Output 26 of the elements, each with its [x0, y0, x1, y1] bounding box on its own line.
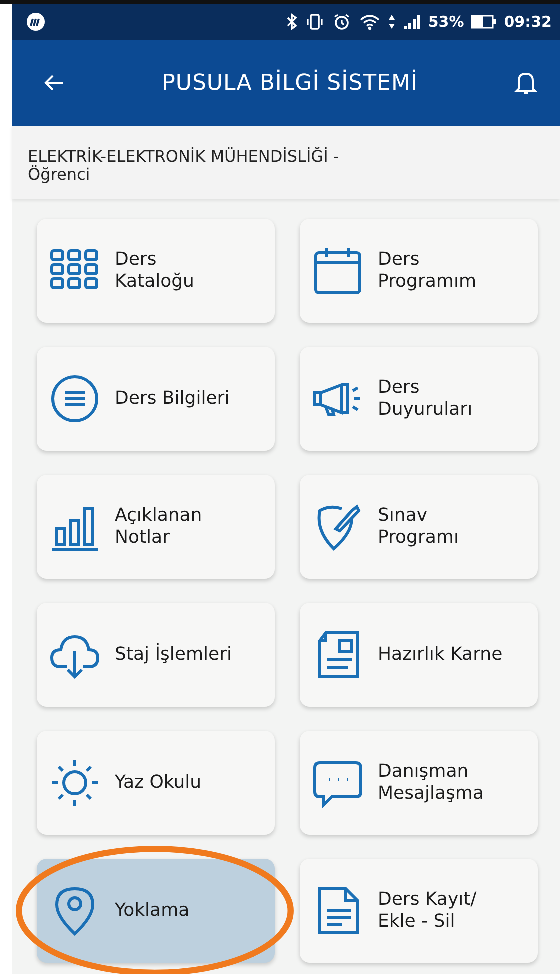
- menu-tile[interactable]: Danışman Mesajlaşma: [300, 730, 538, 835]
- menu-tile[interactable]: Ders Bilgileri: [37, 346, 275, 451]
- battery-percent: 53%: [428, 13, 464, 31]
- menu-tile[interactable]: Yoklama: [37, 858, 275, 963]
- notification-bell-icon[interactable]: [514, 70, 538, 96]
- alarm-icon: [332, 13, 352, 31]
- menu-tile[interactable]: Staj İşlemleri: [37, 602, 275, 707]
- clock-time: 09:32: [504, 13, 552, 31]
- menu-tile[interactable]: Yaz Okulu: [37, 730, 275, 835]
- data-arrows-icon: [388, 13, 396, 31]
- battery-icon: [471, 14, 498, 30]
- menu-tile[interactable]: Sınav Programı: [300, 474, 538, 579]
- menu-tile[interactable]: Ders Duyuruları: [300, 346, 538, 451]
- department-label: ELEKTRİK-ELEKTRONİK MÜHENDİSLİĞİ - Öğrenci: [28, 148, 340, 185]
- menu-tile[interactable]: Ders Kayıt/ Ekle - Sil: [300, 858, 538, 963]
- vibrate-icon: [305, 13, 326, 31]
- wifi-icon: [359, 13, 382, 31]
- app-title: PUSULA BİLGİ SİSTEMİ: [162, 70, 418, 96]
- menu-tile[interactable]: Ders Programım: [300, 218, 538, 323]
- menu-tile[interactable]: Ders Kataloğu: [37, 218, 275, 323]
- bluetooth-icon: [286, 13, 298, 31]
- menu-tile[interactable]: Açıklanan Notlar: [37, 474, 275, 579]
- signal-icon: [403, 13, 422, 31]
- menu-tile[interactable]: Hazırlık Karne: [300, 602, 538, 707]
- notification-icon: [26, 12, 46, 32]
- list-icon: [49, 372, 101, 425]
